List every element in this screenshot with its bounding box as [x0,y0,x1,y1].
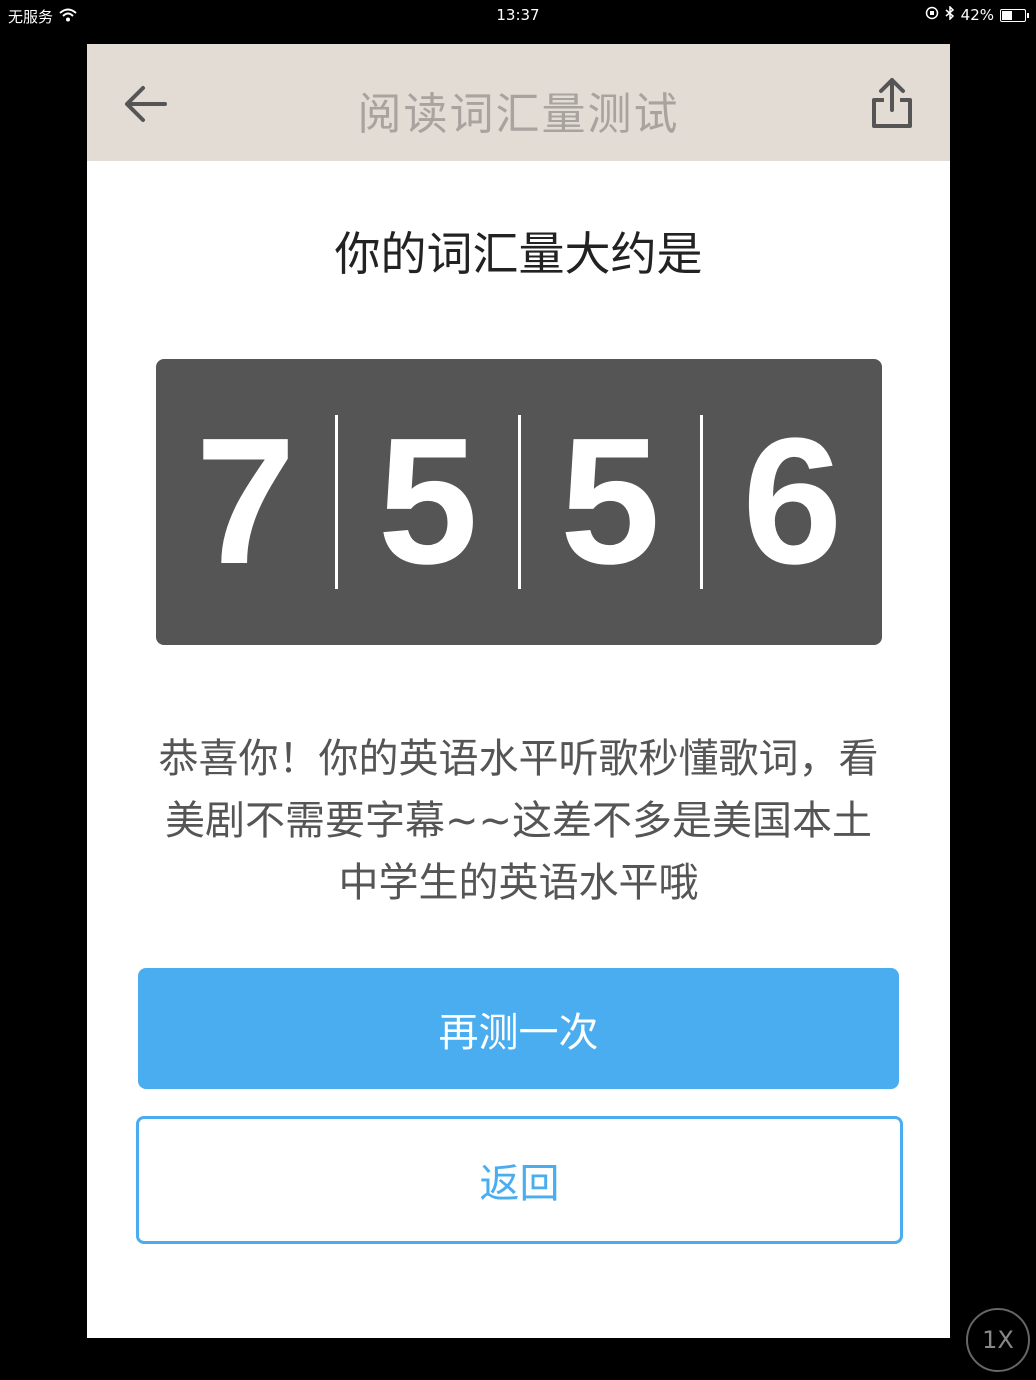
result-message: 恭喜你！你的英语水平听歌秒懂歌词，看美剧不需要字幕~~这差不多是美国本土中学生的… [158,736,879,906]
result-heading: 你的词汇量大约是 [334,227,703,281]
counter-digit: 5 [377,401,478,602]
app-frame: 阅读词汇量测试 你的词汇量大约是 7 5 5 6 恭喜你！你的英语水平听歌秒懂歌… [87,44,950,1338]
battery-percent: 42% [960,6,994,24]
bluetooth-icon [945,5,955,24]
battery-fill [1002,10,1013,20]
return-button[interactable]: 返回 [136,1116,903,1244]
page-title: 阅读词汇量测试 [357,89,680,140]
battery-icon [1000,8,1029,22]
counter-digit: 7 [195,401,296,602]
counter-digit: 5 [560,401,661,602]
status-time: 13:37 [496,6,540,24]
retest-button[interactable]: 再测一次 [138,968,899,1089]
nav-bar: 阅读词汇量测试 [87,44,950,161]
vocabulary-counter: 7 5 5 6 [156,359,882,645]
counter-digit: 6 [742,401,843,602]
share-icon[interactable] [868,76,916,130]
status-bar: 无服务 13:37 42% [0,0,1036,32]
zoom-toggle-button[interactable]: 1X [966,1308,1030,1372]
status-right: 42% [925,5,1029,24]
orientation-lock-icon [925,6,939,24]
